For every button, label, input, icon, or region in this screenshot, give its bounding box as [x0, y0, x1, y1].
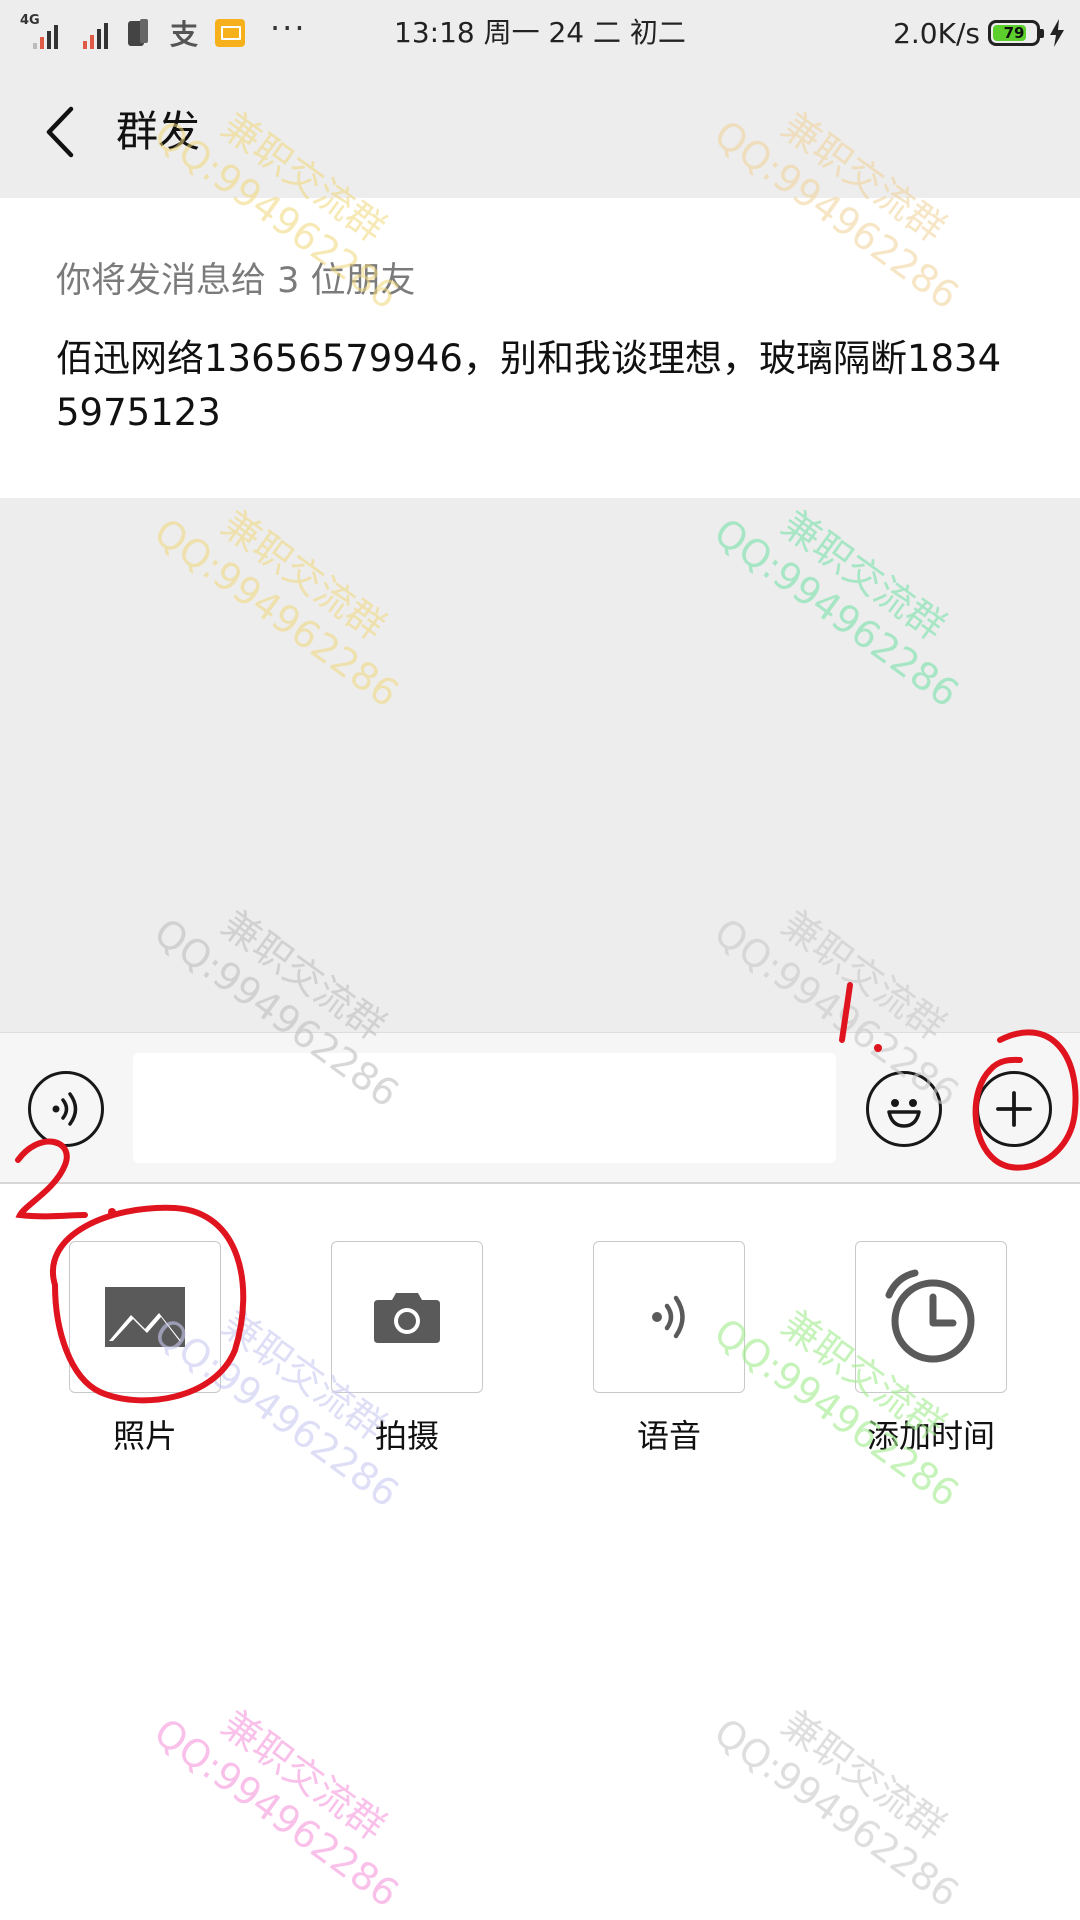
nav-bar: 群发 [0, 66, 1080, 198]
status-left-icons: 4G 支 ··· [18, 8, 307, 58]
photo-button[interactable]: 照片 [69, 1241, 221, 1457]
alarm-clock-icon [885, 1269, 975, 1363]
emoji-button[interactable] [866, 1071, 942, 1147]
signal-icon: 4G [18, 13, 58, 51]
battery-level: 79 [1003, 24, 1025, 42]
camera-button[interactable]: 拍摄 [331, 1241, 483, 1457]
alipay-icon: 支 [169, 18, 198, 51]
recipient-count-text: 你将发消息给 3 位朋友 [56, 261, 416, 301]
voice-label: 语音 [636, 1417, 701, 1455]
smile-icon [887, 1099, 921, 1128]
phone-icon [122, 17, 154, 49]
add-time-label: 添加时间 [866, 1417, 995, 1455]
page-title: 群发 [116, 107, 201, 156]
recipients-card: 你将发消息给 3 位朋友 佰迅网络13656579946，别和我谈理想，玻璃隔断… [0, 198, 1080, 498]
more-dots-icon: ··· [270, 9, 307, 47]
voice-wave-icon [52, 1092, 78, 1126]
voice-input-button[interactable] [28, 1071, 104, 1147]
voice-button[interactable]: 语音 [593, 1241, 745, 1457]
status-right: 2.0K/s 79 [893, 12, 1066, 54]
charging-icon [1050, 19, 1064, 47]
recipient-names: 佰迅网络13656579946，别和我谈理想，玻璃隔断18345975123 [56, 337, 1002, 434]
battery-icon: 79 [988, 20, 1044, 46]
app-screen: 4G 支 ··· 13:18 周一 24 二 初二 2.0K/s 79 群发 你… [0, 0, 1080, 1920]
input-toolbar [0, 1032, 1080, 1184]
add-time-button[interactable]: 添加时间 [855, 1241, 1007, 1457]
signal-icon [72, 15, 108, 51]
message-input[interactable] [133, 1053, 836, 1163]
more-button[interactable] [976, 1071, 1052, 1147]
plus-icon [996, 1091, 1032, 1127]
network-speed: 2.0K/s [893, 16, 980, 50]
back-button[interactable] [30, 100, 90, 164]
status-bar: 4G 支 ··· 13:18 周一 24 二 初二 2.0K/s 79 [0, 0, 1080, 66]
chevron-left-icon [46, 106, 74, 158]
more-panel: 照片 拍摄 语音 添加时间 [0, 1184, 1080, 1920]
camera-icon [374, 1293, 440, 1343]
voice-icon [652, 1295, 685, 1339]
camera-label: 拍摄 [374, 1417, 439, 1455]
mail-icon [214, 17, 246, 49]
image-icon [105, 1287, 185, 1347]
photo-label: 照片 [112, 1417, 177, 1455]
status-time-date: 13:18 周一 24 二 初二 [394, 16, 686, 49]
message-area [0, 498, 1080, 1032]
